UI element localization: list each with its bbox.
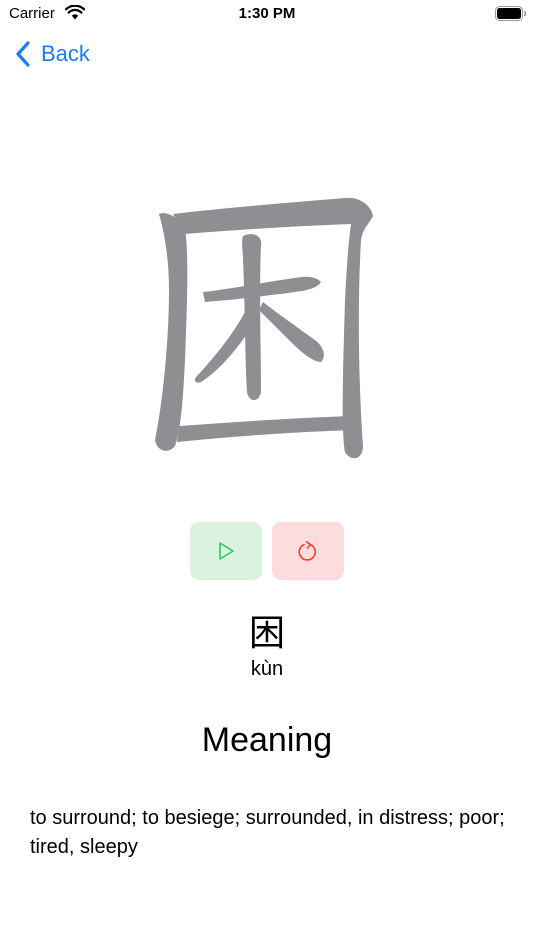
back-label: Back — [41, 41, 90, 66]
meaning-heading: Meaning — [201, 721, 333, 759]
clock: 1:30 PM — [238, 5, 296, 22]
pinyin-label: kùn — [250, 658, 284, 680]
character-glyph: 困 — [248, 613, 285, 654]
status-bar: Carrier 1:30 PM — [0, 0, 534, 30]
play-icon — [219, 542, 234, 560]
reset-icon — [298, 541, 317, 561]
reset-button[interactable] — [272, 522, 344, 580]
battery-icon — [495, 6, 527, 21]
stroke-inner-right-falling — [259, 302, 324, 362]
play-button[interactable] — [190, 522, 262, 580]
character-stroke-animation — [155, 197, 373, 459]
back-button[interactable]: Back — [14, 38, 90, 70]
stroke-inner-horizontal — [203, 276, 321, 302]
meaning-text: to surround; to besiege; surrounded, in … — [30, 807, 505, 858]
stroke-bottom — [177, 416, 353, 442]
chevron-left-icon — [16, 41, 30, 67]
stroke-left — [155, 213, 188, 451]
